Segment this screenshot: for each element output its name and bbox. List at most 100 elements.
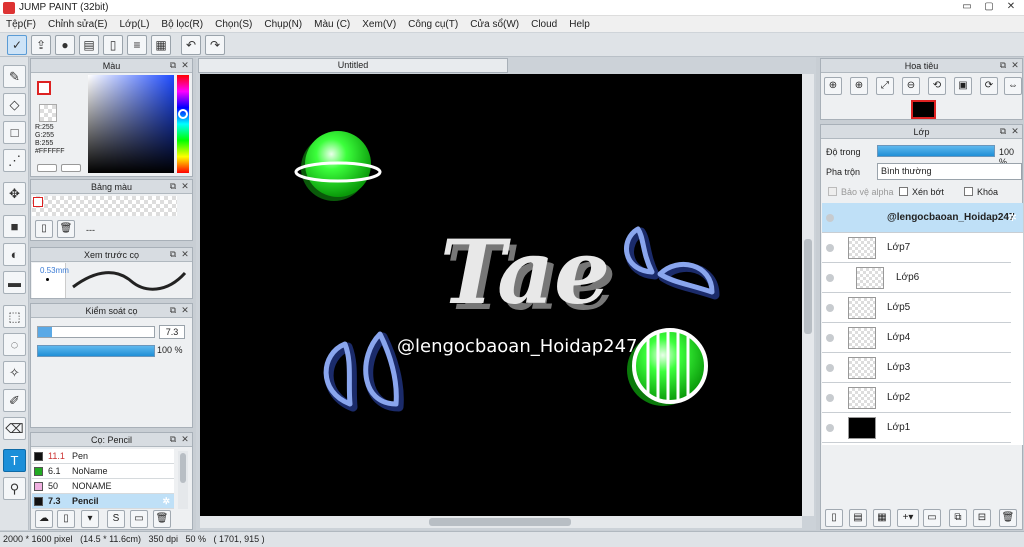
visibility-eye-icon[interactable] bbox=[826, 394, 834, 402]
popout-icon[interactable]: ⧉ bbox=[168, 60, 178, 70]
fit-icon[interactable]: ⤢ bbox=[876, 77, 894, 95]
gear-icon[interactable]: ✲ bbox=[1008, 211, 1017, 224]
menu-window[interactable]: Cửa sổ(W) bbox=[464, 19, 525, 30]
redo-icon[interactable]: ↷ bbox=[205, 35, 225, 55]
dotted-brush-icon[interactable]: ⋰ bbox=[3, 149, 26, 172]
layer-row[interactable]: @lengocbaoan_Hoidap247 ✲ bbox=[822, 203, 1023, 233]
comment-icon[interactable]: ● bbox=[55, 35, 75, 55]
magic-wand-icon[interactable]: ✧ bbox=[3, 361, 26, 384]
horizontal-scrollbar[interactable] bbox=[200, 516, 802, 528]
brush-size-value[interactable]: 7.3 bbox=[159, 325, 185, 339]
maximize-button[interactable]: ▢ bbox=[978, 0, 1000, 14]
page-icon[interactable]: ▯ bbox=[103, 35, 123, 55]
share-icon[interactable]: ⇪ bbox=[31, 35, 51, 55]
menu-capture[interactable]: Chụp(N) bbox=[258, 19, 308, 30]
brush-opacity-slider[interactable] bbox=[37, 345, 155, 357]
menu-color[interactable]: Màu (C) bbox=[308, 19, 356, 30]
close-button[interactable]: ✕ bbox=[1000, 0, 1022, 14]
layer-row[interactable]: Lớp4 bbox=[822, 323, 1011, 353]
close-icon[interactable]: ✕ bbox=[180, 60, 190, 70]
hue-handle[interactable] bbox=[178, 109, 188, 119]
select-pen-icon[interactable]: ✐ bbox=[3, 389, 26, 412]
visibility-eye-icon[interactable] bbox=[826, 274, 834, 282]
menu-filter[interactable]: Bộ lọc(R) bbox=[155, 19, 209, 30]
menu-view[interactable]: Xem(V) bbox=[356, 19, 402, 30]
background-swatch[interactable] bbox=[39, 104, 57, 122]
select-eraser-icon[interactable]: ⌫ bbox=[3, 417, 26, 440]
close-icon[interactable]: ✕ bbox=[1010, 126, 1020, 136]
layer-row[interactable]: Lớp2 bbox=[822, 383, 1011, 413]
new-brush-icon[interactable]: ▯ bbox=[57, 510, 75, 528]
close-icon[interactable]: ✕ bbox=[180, 181, 190, 191]
flip-icon[interactable]: ⇔ bbox=[1004, 77, 1022, 95]
brush-tool-icon[interactable]: ✎ bbox=[3, 65, 26, 88]
zoom-in-icon[interactable]: ⊕ bbox=[824, 77, 842, 95]
new-text-layer-icon[interactable]: ▦ bbox=[873, 509, 891, 527]
brush-settings-icon[interactable]: S bbox=[107, 510, 125, 528]
eyedropper-icon[interactable]: ⚲ bbox=[3, 477, 26, 500]
document-icon[interactable]: ≡ bbox=[127, 35, 147, 55]
zoom-plus-icon[interactable]: ⊕ bbox=[850, 77, 868, 95]
foreground-swatch[interactable] bbox=[37, 81, 51, 95]
visibility-eye-icon[interactable] bbox=[826, 364, 834, 372]
move-tool-icon[interactable]: ✥ bbox=[3, 182, 26, 205]
reset-view-icon[interactable]: ▣ bbox=[954, 77, 972, 95]
popout-icon[interactable]: ⧉ bbox=[168, 305, 178, 315]
close-icon[interactable]: ✕ bbox=[1010, 60, 1020, 70]
menu-select[interactable]: Chọn(S) bbox=[209, 19, 258, 30]
protect-alpha-checkbox[interactable] bbox=[828, 187, 837, 196]
horizontal-scroll-thumb[interactable] bbox=[429, 518, 571, 526]
document-tab[interactable]: Untitled bbox=[198, 58, 508, 73]
popout-icon[interactable]: ⧉ bbox=[998, 60, 1008, 70]
drawing-canvas[interactable]: Tae Tae @lengocbaoan_Hoidap247 bbox=[200, 74, 802, 516]
minimize-button[interactable]: ▭ bbox=[956, 0, 978, 14]
layer-row[interactable]: Lớp6 bbox=[822, 263, 1011, 293]
palette-swatches[interactable] bbox=[32, 196, 177, 216]
popout-icon[interactable]: ⧉ bbox=[168, 249, 178, 259]
grid-icon[interactable]: ▦ bbox=[151, 35, 171, 55]
layer-row[interactable]: Lớp3 bbox=[822, 353, 1011, 383]
brush-item-pencil[interactable]: 7.3 Pencil ✲ bbox=[32, 494, 174, 509]
rectangle-tool-icon[interactable]: □ bbox=[3, 121, 26, 144]
check-icon[interactable]: ✓ bbox=[7, 35, 27, 55]
fill-rect-icon[interactable]: ■ bbox=[3, 215, 26, 238]
duplicate-layer-icon[interactable]: ⧉ bbox=[949, 509, 967, 527]
new-raster-icon[interactable]: ▤ bbox=[849, 509, 867, 527]
visibility-eye-icon[interactable] bbox=[826, 304, 834, 312]
close-icon[interactable]: ✕ bbox=[180, 434, 190, 444]
zoom-out-icon[interactable]: ⊖ bbox=[902, 77, 920, 95]
brush-menu-icon[interactable]: ▾ bbox=[81, 510, 99, 528]
hue-slider[interactable] bbox=[177, 75, 189, 173]
clipping-checkbox[interactable] bbox=[899, 187, 908, 196]
brush-item-noname-2[interactable]: 50 NONAME bbox=[32, 479, 174, 494]
close-icon[interactable]: ✕ bbox=[180, 249, 190, 259]
chat-icon[interactable]: ▤ bbox=[79, 35, 99, 55]
folder-icon[interactable]: ▭ bbox=[923, 509, 941, 527]
folder-icon[interactable]: ▭ bbox=[130, 510, 148, 528]
menu-help[interactable]: Help bbox=[563, 19, 596, 30]
menu-tools[interactable]: Công cụ(T) bbox=[402, 19, 464, 30]
brush-item-noname[interactable]: 6.1 NoName bbox=[32, 464, 174, 479]
eraser-tool-icon[interactable]: ◇ bbox=[3, 93, 26, 116]
brush-list-scrollbar[interactable] bbox=[178, 451, 188, 509]
bucket-tool-icon[interactable]: ◐ bbox=[3, 243, 26, 266]
new-layer-icon[interactable]: ▯ bbox=[825, 509, 843, 527]
visibility-eye-icon[interactable] bbox=[826, 214, 834, 222]
layer-row[interactable]: Lớp7 bbox=[822, 233, 1011, 263]
trash-icon[interactable]: 🗑 bbox=[153, 510, 171, 528]
layer-row[interactable]: Lớp1 bbox=[822, 413, 1011, 443]
undo-icon[interactable]: ↶ bbox=[181, 35, 201, 55]
brush-size-slider[interactable] bbox=[37, 326, 155, 338]
saturation-value-picker[interactable] bbox=[88, 75, 174, 173]
brush-item-pen[interactable]: 11.1 Pen bbox=[32, 449, 174, 464]
rect-select-icon[interactable]: ⬚ bbox=[3, 305, 26, 328]
color-mode-button[interactable] bbox=[37, 164, 57, 172]
popout-icon[interactable]: ⧉ bbox=[998, 126, 1008, 136]
rotate-icon[interactable]: ⟲ bbox=[928, 77, 946, 95]
vertical-scrollbar[interactable] bbox=[802, 74, 814, 516]
lock-checkbox[interactable] bbox=[964, 187, 973, 196]
color-mode-button-2[interactable] bbox=[61, 164, 81, 172]
visibility-eye-icon[interactable] bbox=[826, 244, 834, 252]
text-tool-icon[interactable]: T bbox=[3, 449, 26, 472]
popout-icon[interactable]: ⧉ bbox=[168, 434, 178, 444]
